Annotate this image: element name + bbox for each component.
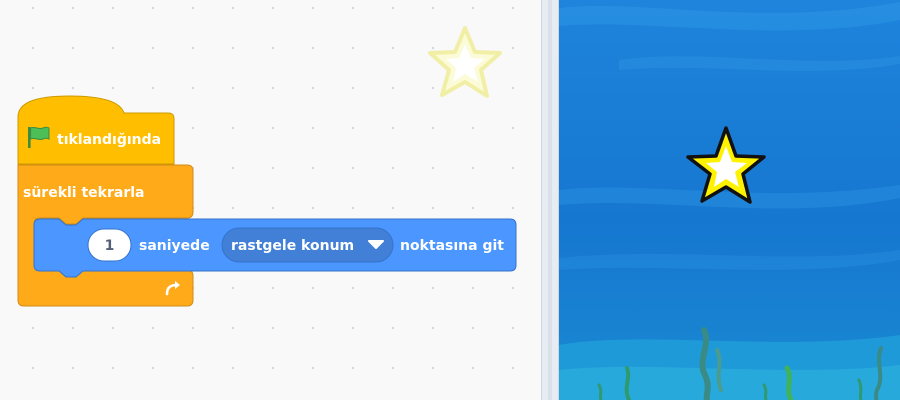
script-stack: tıklandığında sürekli tekrarla 1 saniyed… (17, 95, 517, 307)
glide-seconds-label: saniyede (139, 238, 210, 254)
code-workspace[interactable]: tıklandığında sürekli tekrarla 1 saniyed… (0, 0, 541, 400)
glide-suffix-label: noktasına git (400, 238, 504, 254)
event-block-label: tıklandığında (57, 132, 161, 148)
duration-input[interactable]: 1 (87, 228, 132, 262)
duration-value: 1 (105, 238, 115, 254)
workspace-stage-divider (541, 0, 559, 400)
forever-block-label: sürekli tekrarla (23, 185, 144, 201)
target-dropdown[interactable]: rastgele konum (221, 227, 394, 263)
target-dropdown-value: rastgele konum (231, 238, 354, 254)
glide-to-random-position-block[interactable]: 1 saniyede rastgele konum noktasına git (33, 218, 517, 278)
when-flag-clicked-block[interactable]: tıklandığında (17, 95, 175, 165)
stage[interactable] (559, 0, 900, 400)
star-sprite-icon[interactable] (684, 124, 768, 208)
